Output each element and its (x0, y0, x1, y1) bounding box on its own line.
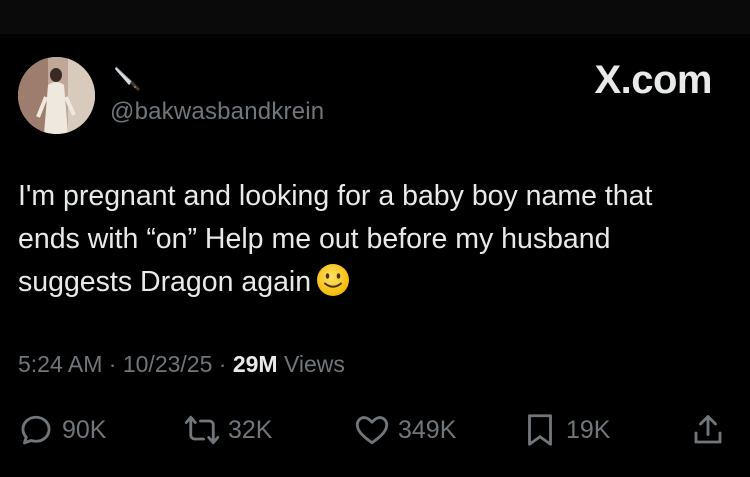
share-icon (694, 415, 722, 444)
views-label: Views (283, 351, 345, 377)
repost-button[interactable]: 32K (184, 405, 272, 455)
tweet-meta: 5:24 AM · 10/23/25 · 29M Views (18, 351, 345, 378)
repost-icon (184, 415, 220, 445)
bookmark-count: 19K (566, 415, 611, 444)
slightly-smiling-face-emoji (317, 264, 350, 296)
top-bar (0, 0, 750, 34)
reply-icon (21, 415, 51, 445)
meta-separator: · (218, 351, 227, 377)
tweet-time[interactable]: 5:24 AM (18, 351, 102, 377)
bookmark-icon (528, 414, 552, 446)
tweet-date[interactable]: 10/23/25 (123, 351, 213, 377)
profile-photo (18, 57, 95, 134)
share-button[interactable] (690, 405, 726, 455)
bookmark-button[interactable]: 19K (522, 405, 610, 455)
heart-icon (355, 416, 389, 445)
kitchen-knife-icon (115, 66, 140, 91)
brand-logo-text: X.com (594, 58, 712, 102)
reply-count: 90K (62, 415, 107, 444)
reply-button[interactable]: 90K (18, 405, 106, 455)
action-bar: 90K 32K 349K 19K (0, 405, 750, 455)
meta-separator: · (108, 351, 117, 377)
like-count: 349K (398, 415, 457, 444)
avatar[interactable] (18, 57, 95, 134)
like-button[interactable]: 349K (354, 405, 456, 455)
author-handle[interactable]: @bakwasbandkrein (110, 98, 324, 126)
tweet-text: I'm pregnant and looking for a baby boy … (18, 175, 718, 304)
views-count: 29M (232, 351, 278, 377)
repost-count: 32K (228, 415, 273, 444)
